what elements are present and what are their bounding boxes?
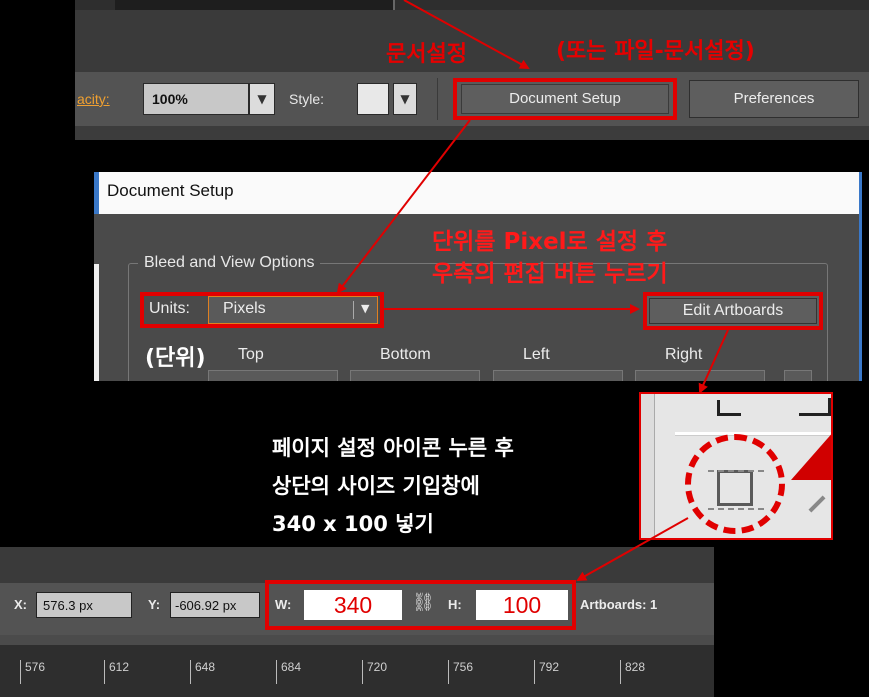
h-label: H: xyxy=(448,597,462,612)
dialog-title-bar: Document Setup xyxy=(94,172,862,214)
bleed-bottom-input[interactable] xyxy=(350,370,480,381)
instruction-line: 페이지 설정 아이콘 누른 후 xyxy=(272,436,514,460)
height-input[interactable]: 100 xyxy=(476,590,568,620)
groupbox-label: Bleed and View Options xyxy=(138,254,321,272)
width-input[interactable]: 340 xyxy=(304,590,402,620)
opacity-input[interactable]: 100% xyxy=(143,83,249,115)
ruler-tick: 684 xyxy=(276,660,301,684)
pen-icon xyxy=(808,495,826,513)
annotation-doc-setup: 문서설정 xyxy=(386,42,467,67)
y-label: Y: xyxy=(148,597,161,612)
highlight-circle xyxy=(685,434,785,534)
toolbar-panel: acity: 100% ▼ Style: ▼ Document Setup Pr… xyxy=(75,0,869,140)
tool-corner-icon xyxy=(717,400,741,416)
bleed-right-input[interactable] xyxy=(635,370,765,381)
style-dropdown-button[interactable]: ▼ xyxy=(393,83,417,115)
document-setup-button[interactable]: Document Setup xyxy=(453,78,677,120)
opacity-label[interactable]: acity: xyxy=(77,91,110,107)
document-setup-button-label: Document Setup xyxy=(461,84,669,114)
annotation-units-line1: 단위를 Pixel로 설정 후 xyxy=(432,229,668,255)
ruler-tick: 792 xyxy=(534,660,559,684)
opacity-dropdown-button[interactable]: ▼ xyxy=(249,83,275,115)
ruler-tick: 828 xyxy=(620,660,645,684)
units-select[interactable]: Pixels ▼ xyxy=(208,296,378,324)
ruler-tick: 576 xyxy=(20,660,45,684)
style-label: Style: xyxy=(289,91,325,107)
tool-corner-icon xyxy=(799,398,831,416)
edit-artboards-button[interactable]: Edit Artboards xyxy=(643,292,823,330)
column-right: Right xyxy=(665,346,703,363)
x-input[interactable]: 576.3 px xyxy=(36,592,132,618)
dialog-title: Document Setup xyxy=(107,181,234,200)
chevron-down-icon: ▼ xyxy=(361,302,370,315)
ruler-tick: 612 xyxy=(104,660,129,684)
red-arrow-tip xyxy=(791,430,831,480)
column-top: Top xyxy=(238,346,264,363)
units-select-value: Pixels xyxy=(223,300,266,317)
ruler-tick: 756 xyxy=(448,660,473,684)
link-icon[interactable]: ⛓ xyxy=(412,592,435,613)
units-label: Units: xyxy=(149,300,190,317)
ruler-tick: 720 xyxy=(362,660,387,684)
annotation-file-doc-setup: (또는 파일-문서설정) xyxy=(556,39,755,64)
w-label: W: xyxy=(275,597,292,612)
edit-artboards-button-label: Edit Artboards xyxy=(649,298,817,324)
tutorial-screenshot: acity: 100% ▼ Style: ▼ Document Setup Pr… xyxy=(0,0,869,697)
annotation-units-line2: 우측의 편집 버튼 누르기 xyxy=(432,261,668,287)
toolbar-divider xyxy=(437,78,438,120)
x-label: X: xyxy=(14,597,27,612)
bleed-left-input[interactable] xyxy=(493,370,623,381)
style-swatch[interactable] xyxy=(357,83,389,115)
column-bottom: Bottom xyxy=(380,346,431,363)
instruction-line: 상단의 사이즈 기입창에 xyxy=(272,474,480,498)
column-left: Left xyxy=(523,346,550,363)
annotation-units-note: (단위) xyxy=(145,346,206,371)
artboard-tool-zoom xyxy=(639,392,833,540)
instruction-line: 340 x 100 넣기 xyxy=(272,512,434,536)
preferences-button[interactable]: Preferences xyxy=(689,80,859,118)
link-bleed-button[interactable] xyxy=(784,370,812,381)
bleed-top-input[interactable] xyxy=(208,370,338,381)
ruler-tick: 648 xyxy=(190,660,215,684)
y-input[interactable]: -606.92 px xyxy=(170,592,260,618)
artboards-count: Artboards: 1 xyxy=(580,597,658,612)
